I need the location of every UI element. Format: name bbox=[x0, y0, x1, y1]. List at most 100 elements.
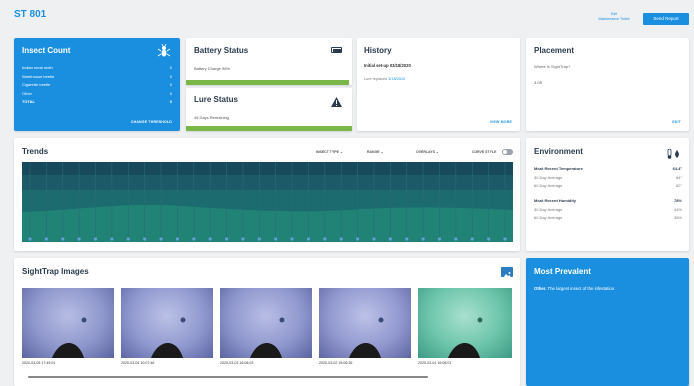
trend-point bbox=[126, 237, 130, 241]
history-sub-entry: Lure replaced 3/18/2020 bbox=[364, 77, 405, 81]
trap-image-5[interactable] bbox=[418, 288, 512, 358]
lure-title: Lure Status bbox=[194, 95, 239, 104]
trend-point bbox=[175, 237, 180, 241]
trend-point bbox=[372, 237, 376, 241]
trend-point bbox=[159, 237, 163, 241]
trend-point bbox=[44, 237, 48, 241]
battery-icon bbox=[331, 47, 342, 53]
history-title: History bbox=[364, 46, 392, 55]
edit-maintenance-link[interactable]: Edit Maintenance Ticket bbox=[590, 12, 638, 22]
list-item: Other 0 bbox=[22, 90, 172, 96]
chevron-down-icon: ⌄ bbox=[380, 150, 384, 154]
battery-charge: Battery Charge 98% bbox=[194, 66, 231, 71]
trend-point bbox=[487, 237, 491, 241]
most-prevalent-description: The largest insect of the infestation. bbox=[546, 286, 616, 291]
trends-title: Trends bbox=[22, 147, 49, 156]
placement-card: Placement Where is SightTrap? 3-09 EDIT bbox=[526, 38, 689, 131]
trend-point bbox=[306, 237, 311, 241]
trend-point bbox=[454, 237, 458, 241]
edit-placement-link[interactable]: EDIT bbox=[672, 120, 681, 124]
insect-count-list: Indian meal moth 0 Warehouse beetle 0 Ciga… bbox=[22, 64, 172, 107]
trap-image-4[interactable] bbox=[319, 288, 411, 358]
battery-card: Battery Status Battery Charge 98% bbox=[186, 38, 352, 85]
list-item: 30 Day Average 44% bbox=[534, 206, 682, 212]
history-sub-date: 3/18/2020 bbox=[388, 77, 406, 81]
trend-point bbox=[93, 237, 98, 241]
list-item: Cigarette beetle 0 bbox=[22, 82, 172, 87]
trend-point bbox=[274, 237, 278, 241]
image-caption: 2020-03-01 16:08:01 bbox=[418, 361, 452, 365]
image-caption: 2020-03-02 15:06:35 bbox=[319, 361, 353, 365]
lure-level-bar bbox=[186, 126, 352, 131]
images-title: SightTrap Images bbox=[22, 267, 89, 276]
trend-point bbox=[503, 237, 507, 241]
lure-card: Lure Status 45 Days Remaining bbox=[186, 88, 352, 131]
most-prevalent-text: Other. The largest insect of the infesta… bbox=[534, 286, 684, 291]
thermometer-icon bbox=[667, 146, 681, 164]
history-card: History Initial set-up 03/18/2020 Lure r… bbox=[357, 38, 520, 131]
placement-question: Where is SightTrap? bbox=[534, 64, 571, 69]
trend-point bbox=[388, 237, 392, 241]
most-prevalent-title: Most Prevalent bbox=[534, 267, 591, 276]
trend-point bbox=[470, 237, 474, 241]
most-prevalent-card: Most Prevalent Other. The largest insect… bbox=[526, 258, 689, 386]
trap-image-1[interactable] bbox=[22, 288, 114, 358]
trend-point bbox=[77, 237, 81, 241]
list-item: 30 Day Average 64° bbox=[534, 174, 682, 180]
trends-chart bbox=[22, 162, 513, 242]
humidity-section: Most Recent Humidity 78% 30 Day Average 44… bbox=[534, 197, 682, 223]
trend-point bbox=[257, 237, 261, 241]
curve-style-toggle[interactable] bbox=[502, 149, 513, 155]
chevron-down-icon: ⌄ bbox=[339, 150, 343, 154]
battery-title: Battery Status bbox=[194, 46, 249, 55]
trend-point bbox=[28, 237, 32, 241]
trend-point bbox=[355, 237, 360, 241]
insect-type-dropdown[interactable]: INSECT TYPE ⌄ bbox=[316, 150, 343, 154]
history-entry: Initial set-up 03/18/2020 bbox=[364, 63, 411, 68]
overlays-dropdown[interactable]: OVERLAYS ⌄ bbox=[416, 150, 439, 154]
trend-point bbox=[405, 237, 409, 241]
history-sub-label: Lure replaced bbox=[364, 77, 388, 81]
battery-level-bar bbox=[186, 80, 349, 85]
warning-icon bbox=[331, 94, 342, 112]
trend-point bbox=[61, 237, 65, 241]
image-gallery-icon[interactable] bbox=[501, 267, 513, 278]
trend-point bbox=[241, 237, 245, 241]
list-item: 60 Day Average 38% bbox=[534, 215, 682, 220]
most-prevalent-insect: Other. bbox=[534, 286, 547, 291]
trap-image-3[interactable] bbox=[220, 288, 312, 358]
curve-style-label: CURVE STYLE bbox=[472, 150, 497, 154]
trends-card: Trends INSECT TYPE ⌄ RANGE ⌄ OVERLAYS ⌄ … bbox=[14, 138, 520, 251]
total-row: TOTAL 0 bbox=[22, 99, 172, 104]
range-dropdown[interactable]: RANGE ⌄ bbox=[367, 150, 384, 154]
list-item: Warehouse beetle 0 bbox=[22, 73, 172, 79]
trend-point bbox=[339, 237, 343, 241]
list-item: Indian meal moth 0 bbox=[22, 65, 172, 70]
trend-point bbox=[192, 237, 196, 241]
trend-point bbox=[290, 237, 294, 241]
chevron-down-icon: ⌄ bbox=[435, 150, 439, 154]
insect-icon bbox=[157, 43, 171, 58]
page-title: ST 801 bbox=[14, 9, 47, 20]
trend-point bbox=[143, 237, 147, 241]
image-caption: 2020-03-05 17:49:01 bbox=[22, 361, 56, 365]
image-caption: 2020-03-04 10:07:46 bbox=[121, 361, 155, 365]
images-card: SightTrap Images 2020-03-05 17:49:01 202… bbox=[14, 258, 520, 386]
send-report-button[interactable]: Send Report bbox=[643, 13, 689, 25]
change-threshold-link[interactable]: CHANGE THRESHOLD bbox=[131, 120, 172, 124]
trend-point bbox=[421, 237, 425, 241]
image-scrollbar[interactable] bbox=[28, 376, 428, 378]
environment-card: Environment Most Recent Temperature 64.4°… bbox=[526, 138, 689, 251]
trap-image-2[interactable] bbox=[121, 288, 213, 358]
insect-count-title: Insect Count bbox=[22, 46, 71, 55]
image-caption: 2020-03-03 16:08:03 bbox=[220, 361, 254, 365]
trend-point bbox=[323, 237, 327, 241]
environment-title: Environment bbox=[534, 147, 583, 156]
list-item: 60 Day Average 62° bbox=[534, 183, 682, 188]
trend-point bbox=[110, 237, 114, 241]
humidity-current: Most Recent Humidity 78% bbox=[534, 198, 682, 203]
placement-title: Placement bbox=[534, 46, 575, 55]
view-more-link[interactable]: VIEW MORE bbox=[490, 120, 512, 124]
trend-point bbox=[224, 237, 229, 241]
placement-value: 3-09 bbox=[534, 80, 543, 85]
